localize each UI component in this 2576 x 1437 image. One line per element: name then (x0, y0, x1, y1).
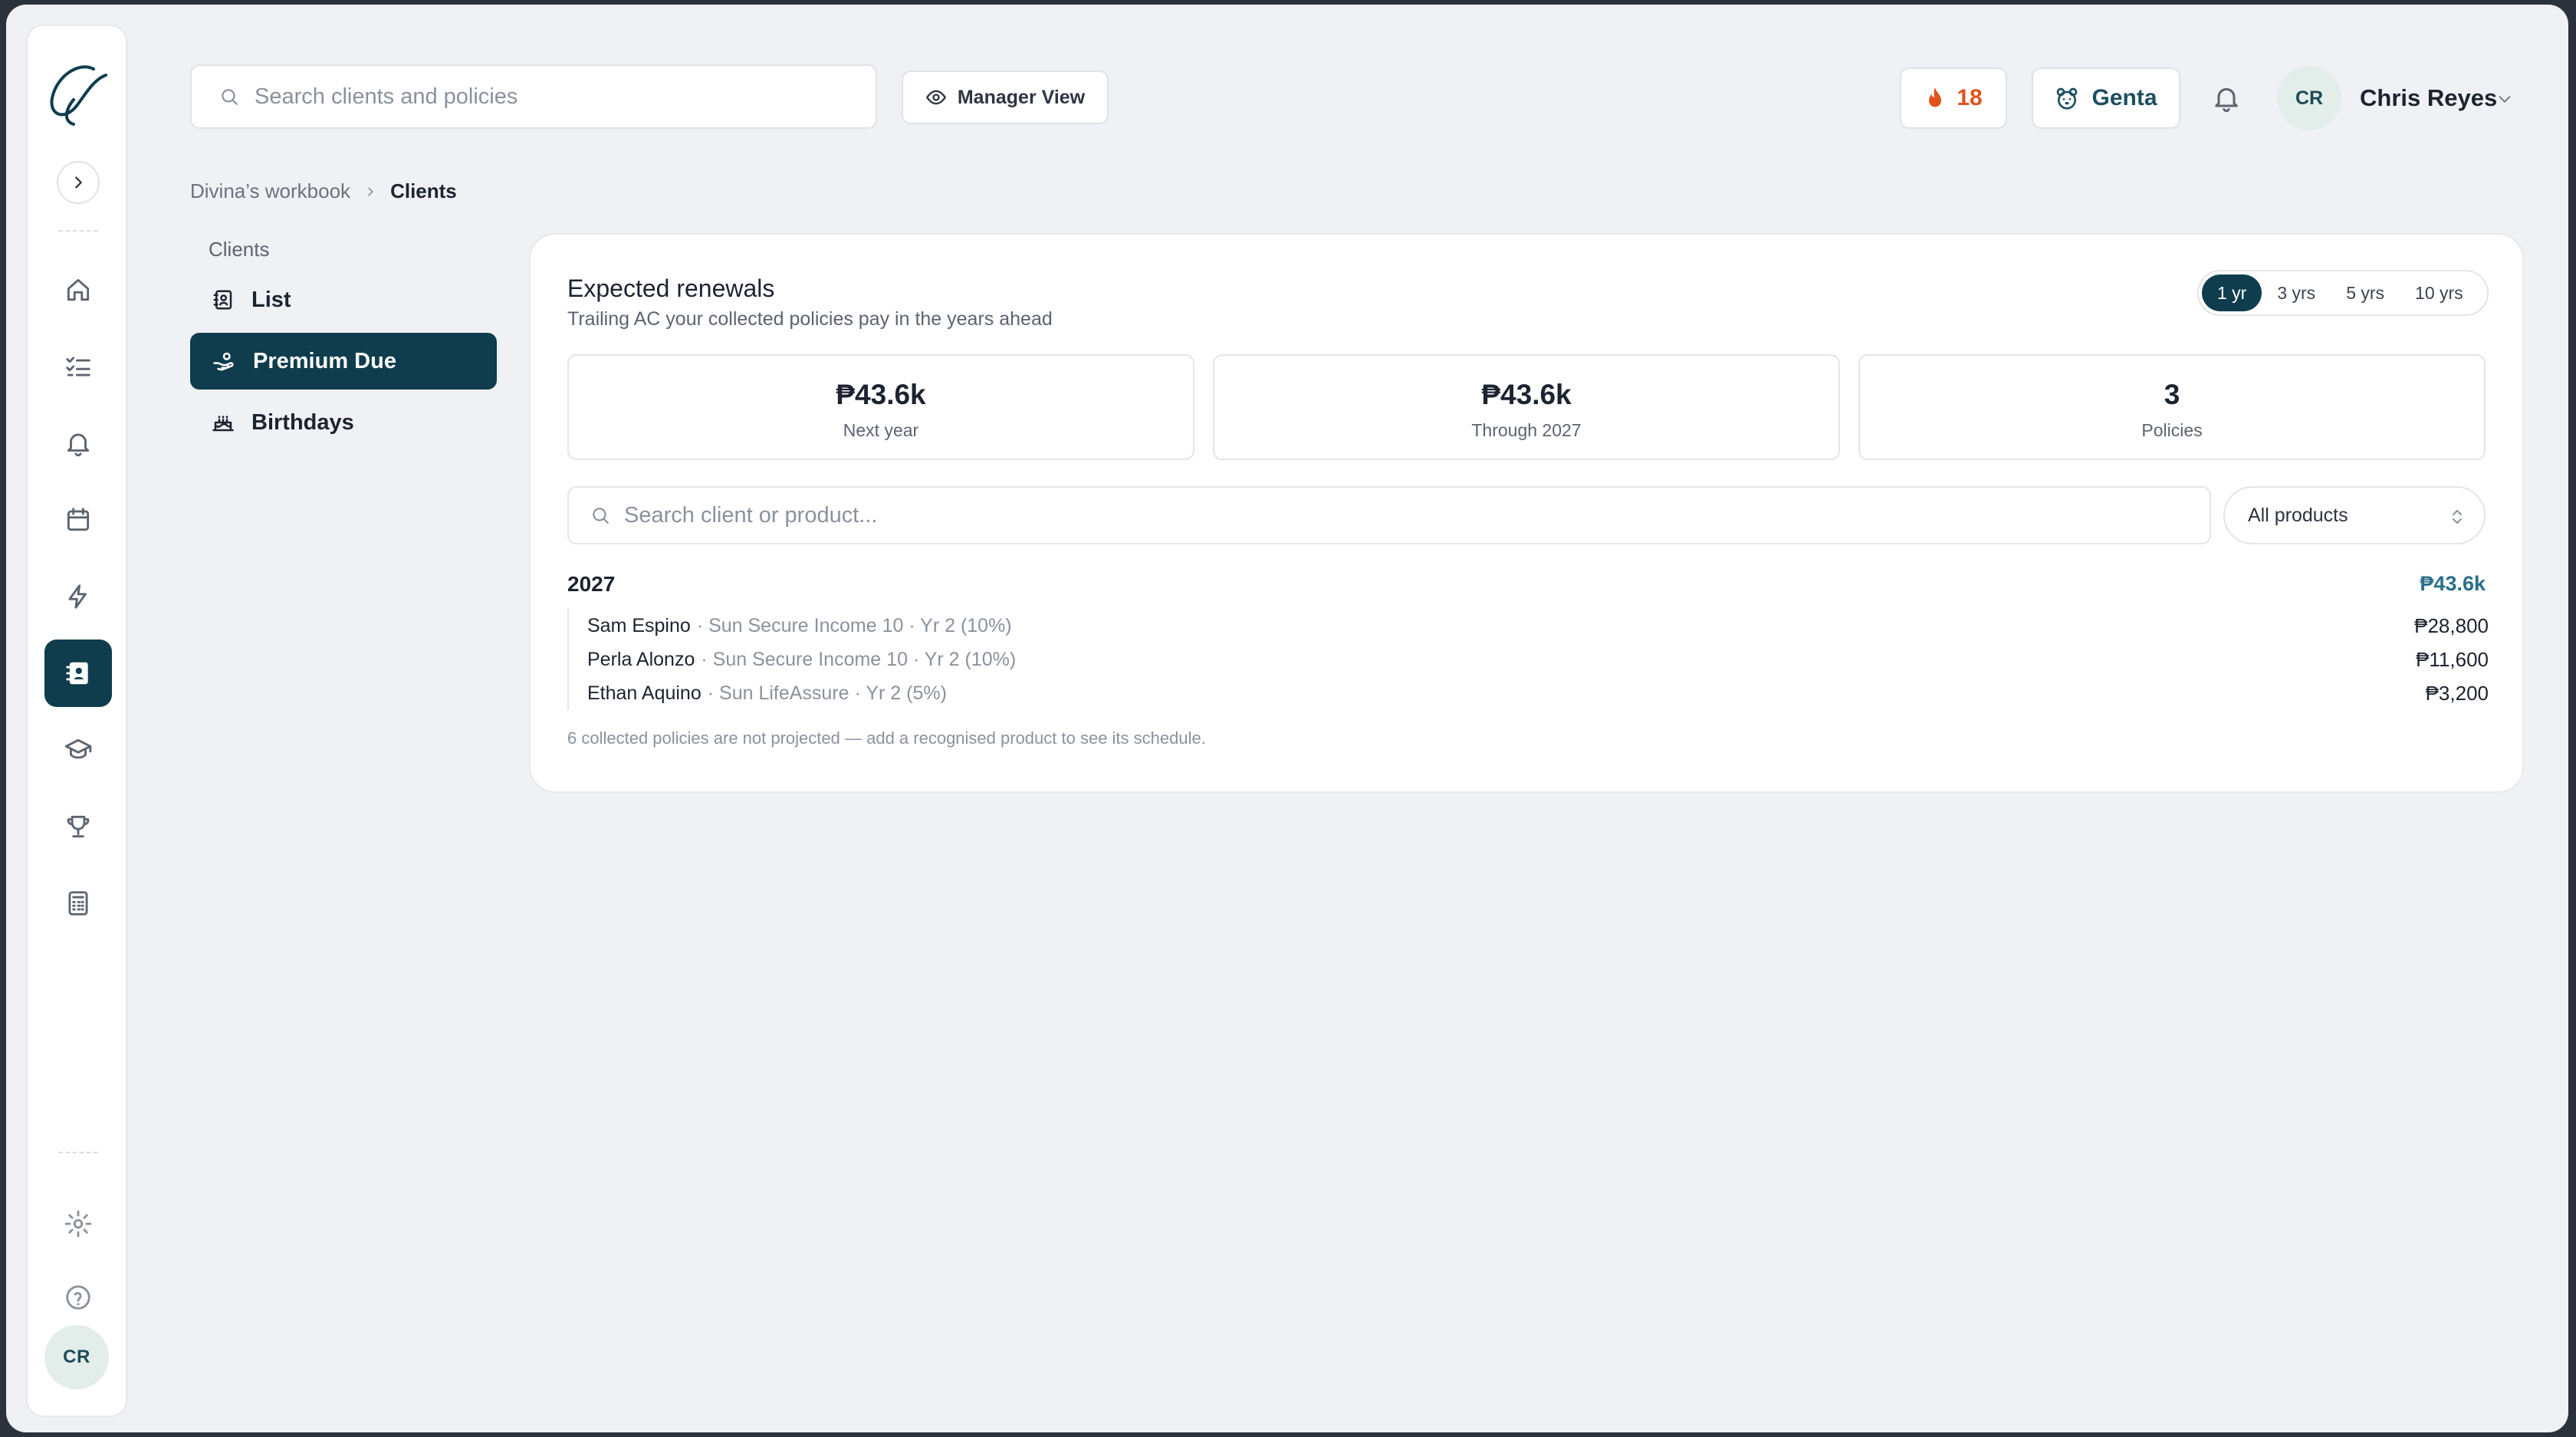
stat-value: 3 (2164, 379, 2180, 410)
unprojected-footnote: 6 collected policies are not projected —… (567, 728, 1206, 748)
chevron-down-icon[interactable] (2496, 90, 2513, 107)
streak-button[interactable]: 18 (1900, 67, 2007, 129)
range-option-10yrs[interactable]: 10 yrs (2400, 275, 2479, 311)
stat-label: Next year (843, 420, 919, 440)
rail-divider (58, 1152, 98, 1153)
rail-divider (58, 230, 98, 232)
global-search-input[interactable] (255, 84, 837, 110)
renewal-amount: ₱11,600 (2416, 647, 2489, 671)
graduation-cap-icon (64, 738, 92, 759)
expected-renewals-card: Expected renewals Trailing AC your colle… (529, 233, 2524, 793)
contacts-icon (66, 662, 88, 685)
bear-icon (2057, 87, 2078, 110)
client-name: Sam Espino (587, 614, 691, 636)
calendar-icon (67, 508, 90, 531)
search-icon (222, 89, 238, 105)
range-option-1yr[interactable]: 1 yr (2202, 275, 2262, 311)
stat-label: Policies (2141, 420, 2203, 440)
stat-policies: 3 Policies (1858, 354, 2486, 460)
app-window: CR Manager View 18 Genta CR Chris Reyes … (6, 5, 2568, 1432)
chevron-right-icon (75, 176, 82, 189)
subnav-item-label: Premium Due (253, 348, 396, 373)
rail-avatar[interactable]: CR (44, 1325, 109, 1389)
renewal-amount: ₱28,800 (2414, 613, 2489, 637)
breadcrumb-parent[interactable]: Divina’s workbook (190, 179, 350, 203)
policy-detail: · Sun LifeAssure · Yr 2 (5%) (707, 682, 947, 704)
nav-calendar[interactable] (44, 486, 112, 554)
logo-icon[interactable] (40, 55, 117, 132)
renewals-search-input[interactable] (624, 502, 2157, 528)
client-name: Perla Alonzo (587, 648, 695, 670)
nav-tasks[interactable] (44, 333, 112, 400)
subnav-item-birthdays[interactable]: Birthdays (190, 394, 497, 451)
renewals-list: Sam Espino · Sun Secure Income 10 · Yr 2… (567, 609, 2489, 710)
manager-view-label: Manager View (957, 86, 1086, 108)
streak-count: 18 (1957, 85, 1983, 110)
user-name[interactable]: Chris Reyes (2360, 84, 2497, 112)
nav-home[interactable] (44, 256, 112, 324)
breadcrumb-current: Clients (390, 179, 457, 202)
calculator-icon (68, 891, 88, 916)
nav-notifications[interactable] (44, 409, 112, 477)
assistant-button[interactable]: Genta (2032, 67, 2180, 129)
cake-icon (212, 416, 234, 432)
nav-help[interactable] (44, 1264, 112, 1331)
renewal-year: 2027 (567, 572, 616, 596)
range-toggle: 1 yr 3 yrs 5 yrs 10 yrs (2197, 270, 2489, 316)
notifications-bell-icon[interactable] (2211, 83, 2242, 113)
stat-label: Through 2027 (1471, 420, 1582, 440)
contact-book-icon (213, 290, 232, 310)
nav-learning[interactable] (44, 716, 112, 784)
nav-calculator[interactable] (44, 870, 112, 937)
chevron-updown-icon (2453, 510, 2462, 524)
card-subtitle: Trailing AC your collected policies pay … (567, 308, 1053, 330)
trophy-icon (67, 815, 90, 838)
expand-sidebar-button[interactable] (57, 161, 100, 204)
subnav-item-list[interactable]: List (190, 271, 497, 328)
list-item[interactable]: Ethan Aquino · Sun LifeAssure · Yr 2 (5%… (569, 676, 2489, 710)
gear-icon (64, 1210, 92, 1238)
global-search[interactable] (190, 64, 877, 129)
eye-settings-icon (925, 90, 946, 105)
product-filter-value: All products (2248, 504, 2348, 526)
list-item[interactable]: Sam Espino · Sun Secure Income 10 · Yr 2… (569, 609, 2489, 643)
subnav-item-label: Birthdays (251, 409, 354, 435)
stat-through-year: ₱43.6k Through 2027 (1213, 354, 1840, 460)
stat-next-year: ₱43.6k Next year (567, 354, 1194, 460)
flame-icon (1929, 87, 1942, 107)
policy-detail: · Sun Secure Income 10 · Yr 2 (10%) (696, 614, 1012, 636)
left-rail: CR (26, 25, 127, 1417)
subnav-item-label: List (251, 287, 291, 312)
chevron-right-icon (368, 187, 373, 196)
subnav-item-premium-due[interactable]: Premium Due (190, 333, 497, 390)
list-item[interactable]: Perla Alonzo · Sun Secure Income 10 · Yr… (569, 643, 2489, 676)
range-option-5yrs[interactable]: 5 yrs (2331, 275, 2400, 311)
subnav-title: Clients (209, 238, 270, 261)
help-icon (66, 1285, 90, 1310)
nav-activity[interactable] (44, 563, 112, 630)
assistant-label: Genta (2091, 85, 2157, 110)
tasks-icon (66, 357, 90, 377)
renewals-search[interactable] (567, 486, 2211, 544)
home-icon (67, 278, 90, 301)
stat-value: ₱43.6k (836, 379, 926, 410)
renewal-year-total: ₱43.6k (2420, 572, 2486, 595)
stat-value: ₱43.6k (1481, 379, 1572, 410)
lightning-icon (68, 584, 87, 609)
bell-icon (67, 433, 90, 457)
nav-clients[interactable] (44, 640, 112, 707)
manager-view-button[interactable]: Manager View (902, 71, 1109, 124)
policy-detail: · Sun Secure Income 10 · Yr 2 (10%) (701, 648, 1017, 670)
product-filter-select[interactable]: All products (2223, 486, 2486, 544)
renewal-amount: ₱3,200 (2425, 681, 2489, 705)
hand-coins-icon (213, 352, 234, 371)
user-avatar[interactable]: CR (2277, 66, 2341, 130)
card-title: Expected renewals (567, 275, 775, 302)
client-name: Ethan Aquino (587, 682, 702, 704)
nav-settings[interactable] (44, 1190, 112, 1258)
breadcrumb: Divina’s workbook Clients (190, 179, 457, 203)
search-icon (593, 508, 609, 524)
range-option-3yrs[interactable]: 3 yrs (2262, 275, 2331, 311)
nav-achievements[interactable] (44, 793, 112, 860)
